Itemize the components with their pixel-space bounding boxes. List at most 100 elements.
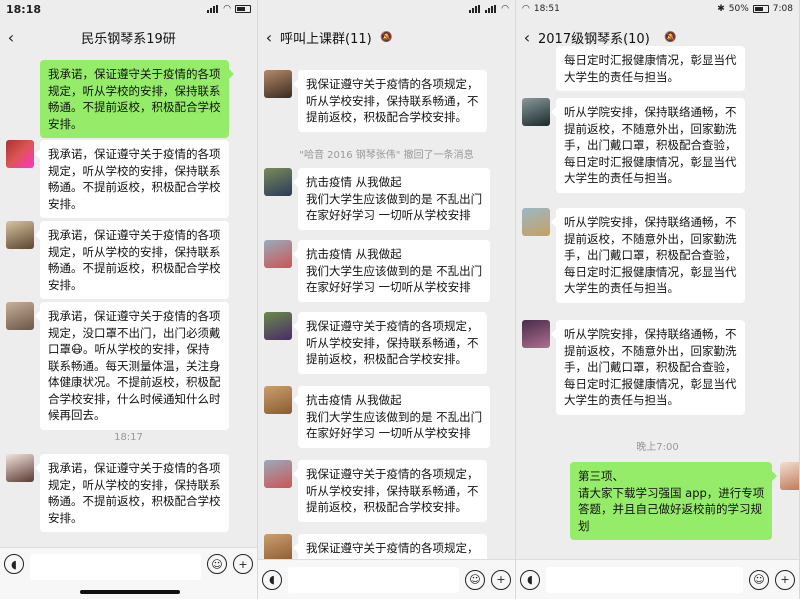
message-row: 抗击疫情 从我做起 我们大学生应该做到的是 不乱出门 在家好好学习 一切听从学校… [258, 168, 515, 230]
message-input[interactable] [546, 566, 743, 593]
message-line: 大学生的责任与担当。 [564, 171, 679, 185]
message-bubble[interactable]: 我保证遵守关于疫情的各项规定， 听从学校安排，保持联系畅通，不 提前返校，积极配… [293, 312, 487, 374]
message-line: 听从学校安排，保持联系畅通，不 [306, 93, 479, 108]
avatar[interactable] [6, 454, 34, 482]
avatar[interactable] [264, 534, 292, 562]
message-line: 我保证遵守关于疫情的各项规定， [306, 541, 479, 555]
back-chevron-icon[interactable]: ‹ [258, 28, 280, 47]
home-indicator [80, 590, 180, 594]
message-line: 口罩😷。听从学校的安排，保持 [48, 342, 210, 356]
avatar[interactable] [780, 462, 799, 490]
message-line: 我承诺，保证遵守关于疫情的各项 [48, 147, 221, 161]
back-chevron-icon[interactable]: ‹ [0, 28, 22, 47]
message-row: 我承诺，保证遵守关于疫情的各项 规定，听从学校的安排，保持联系 畅通。不提前返校… [0, 454, 257, 532]
voice-icon[interactable]: ◖ [4, 554, 24, 574]
message-row: 我承诺，保证遵守关于疫情的各项 规定，听从学校的安排，保持联系 畅通。不提前返校… [0, 140, 257, 218]
status-icons: ◠ [469, 4, 509, 14]
avatar[interactable] [264, 168, 292, 196]
message-bubble[interactable]: 听从学院安排，保持联络通畅，不 提前返校，不随意外出，回家勤洗 手，出门戴口罩，… [551, 320, 745, 415]
message-bubble[interactable]: 我承诺，保证遵守关于疫情的各项 规定，没口罩不出门，出门必须戴 口罩😷。听从学校… [35, 302, 229, 430]
message-line: 安排。 [48, 196, 83, 211]
message-row: 我保证遵守关于疫情的各项规定， 听从学校安排，保持联系畅通，不 提前返校，积极配… [258, 70, 515, 132]
message-row: 第三项、 请大家下载学习强国 app，进行专项 答题，并且自己做好返校前的学习规… [516, 462, 799, 540]
message-row: 每日定时汇报健康情况，彰显当代 大学生的责任与担当。 [516, 46, 799, 91]
signal-icon [469, 5, 481, 13]
message-bubble[interactable]: 每日定时汇报健康情况，彰显当代 大学生的责任与担当。 [556, 46, 745, 91]
message-bubble[interactable]: 抗击疫情 从我做起 我们大学生应该做到的是 不乱出门 在家好好学习 一切听从学校… [292, 168, 491, 230]
avatar[interactable] [522, 320, 550, 348]
message-bubble[interactable]: 我承诺，保证遵守关于疫情的各项 规定，听从学校的安排，保持联系 畅通。不提前返校… [35, 140, 229, 218]
message-bubble[interactable]: 我承诺，保证遵守关于疫情的各项 规定，听从学校的安排，保持联系 畅通。不提前返校… [35, 454, 229, 532]
plus-icon[interactable]: + [775, 569, 795, 590]
message-line: 我们大学生应该做到的是 不乱出门 [306, 409, 483, 424]
message-bubble[interactable]: 我承诺，保证遵守关于疫情的各项 规定，听从学校的安排，保持联系 畅通。不提前返校… [35, 221, 229, 299]
message-line: 抗击疫情 从我做起 [306, 175, 402, 189]
plus-icon[interactable]: + [491, 569, 511, 590]
message-line: 听从学院安排，保持联络通畅，不 [564, 327, 737, 341]
message-bubble[interactable]: 抗击疫情 从我做起 我们大学生应该做到的是 不乱出门 在家好好学习 一切听从学校… [292, 386, 491, 448]
wifi-icon: ◠ [501, 4, 509, 14]
message-line: 我承诺，保证遵守关于疫情的各项 [48, 309, 221, 323]
recall-notice: "哈音 2016 钢琴张伟" 撤回了一条消息 [299, 150, 474, 161]
message-row: 我承诺，保证遵守关于疫情的各项 规定，听从学校的安排，保持联系 畅通。不提前返校… [0, 221, 257, 299]
avatar[interactable] [6, 140, 34, 168]
time-divider: 晚上7:00 [636, 442, 679, 453]
avatar[interactable] [264, 312, 292, 340]
voice-icon[interactable]: ◖ [262, 569, 282, 590]
message-bubble[interactable]: 听从学院安排，保持联络通畅，不 提前返校，不随意外出，回家勤洗 手，出门戴口罩，… [551, 98, 745, 193]
chat-title: 民乐钢琴系19研 [81, 31, 176, 47]
message-line: 候再回去。 [48, 408, 106, 422]
message-line: 规定，听从学校的安排，保持联系 [48, 244, 221, 259]
message-bubble[interactable]: 抗击疫情 从我做起 我们大学生应该做到的是 不乱出门 在家好好学习 一切听从学校… [292, 240, 491, 302]
message-input[interactable] [288, 566, 459, 593]
emoji-icon[interactable]: ☺ [465, 569, 485, 590]
battery-icon [752, 5, 769, 13]
message-line: 听从学院安排，保持联络通畅，不 [564, 215, 737, 229]
message-bubble[interactable]: 第三项、 请大家下载学习强国 app，进行专项 答题，并且自己做好返校前的学习规… [570, 462, 778, 540]
avatar[interactable] [264, 460, 292, 488]
message-bubble[interactable]: 听从学院安排，保持联络通畅，不 提前返校，不随意外出，回家勤洗 手，出门戴口罩，… [551, 208, 745, 303]
avatar[interactable] [264, 386, 292, 414]
status-time: 18:51 [533, 4, 560, 14]
mute-bell-icon: 🔕 [664, 31, 677, 43]
message-row: 听从学院安排，保持联络通畅，不 提前返校，不随意外出，回家勤洗 手，出门戴口罩，… [516, 98, 799, 193]
emoji-icon[interactable]: ☺ [207, 554, 227, 574]
message-line: 手，出门戴口罩，积极配合查验， [564, 360, 737, 374]
message-bubble[interactable]: 我保证遵守关于疫情的各项规定， 听从学校安排，保持联系畅通，不 提前返校，积极配… [293, 460, 487, 522]
message-line: 体健康状况。不提前返校，积极配 [48, 375, 221, 389]
message-line: 在家好好学习 一切听从学校安排 [306, 426, 471, 440]
message-input[interactable] [30, 554, 201, 580]
wifi-icon: ◠ [223, 4, 231, 14]
message-line: 我承诺，保证遵守关于疫情的各项 [48, 228, 221, 242]
emoji-icon[interactable]: ☺ [749, 569, 769, 590]
message-row: 我承诺，保证遵守关于疫情的各项 规定，没口罩不出门，出门必须戴 口罩😷。听从学校… [0, 302, 257, 430]
avatar[interactable] [6, 221, 34, 249]
message-line: 在家好好学习 一切听从学校安排 [306, 280, 471, 294]
message-line: 答题，并且自己做好返校前的学习规 [578, 502, 762, 516]
message-line: 安排。 [48, 116, 83, 131]
message-bubble[interactable]: 我保证遵守关于疫情的各项规定， 听从学校安排，保持联系畅通，不 提前返校，积极配… [293, 70, 487, 132]
avatar[interactable] [6, 302, 34, 330]
message-line: 在家好好学习 一切听从学校安排 [306, 208, 471, 222]
time-divider: 18:17 [114, 432, 143, 443]
back-chevron-icon[interactable]: ‹ [516, 28, 538, 47]
message-line: 听从学校安排，保持联系畅通，不 [306, 483, 479, 498]
avatar[interactable] [522, 208, 550, 236]
message-bubble[interactable]: 我承诺，保证遵守关于疫情的各项 规定，听从学校的安排，保持联系 畅通。不提前返校… [40, 60, 233, 138]
battery-percent: 50% [728, 4, 749, 14]
message-row: 我保证遵守关于疫情的各项规定， 听从学校安排，保持联系畅通，不 提前返校，积极配… [258, 312, 515, 374]
voice-icon[interactable]: ◖ [520, 569, 540, 590]
message-line: 我们大学生应该做到的是 不乱出门 [306, 191, 483, 206]
chat-title: 呼叫上课群(11) [280, 31, 372, 47]
message-line: 规定，听从学校的安排，保持联系 [48, 163, 221, 178]
chat-header: ‹ 呼叫上课群(11) 🔕 [258, 20, 515, 54]
message-line: 请大家下载学习强国 app，进行专项 [578, 485, 765, 500]
avatar[interactable] [264, 240, 292, 268]
message-line: 每日定时汇报健康情况，彰显当代 [564, 376, 737, 391]
avatar[interactable] [522, 98, 550, 126]
message-row: 我保证遵守关于疫情的各项规定， 听从学校安排，保持联系畅通，不 提前返校，积极配… [258, 460, 515, 522]
avatar[interactable] [264, 70, 292, 98]
message-row: 听从学院安排，保持联络通畅，不 提前返校，不随意外出，回家勤洗 手，出门戴口罩，… [516, 208, 799, 303]
signal-icon [207, 5, 219, 13]
plus-icon[interactable]: + [233, 554, 253, 574]
